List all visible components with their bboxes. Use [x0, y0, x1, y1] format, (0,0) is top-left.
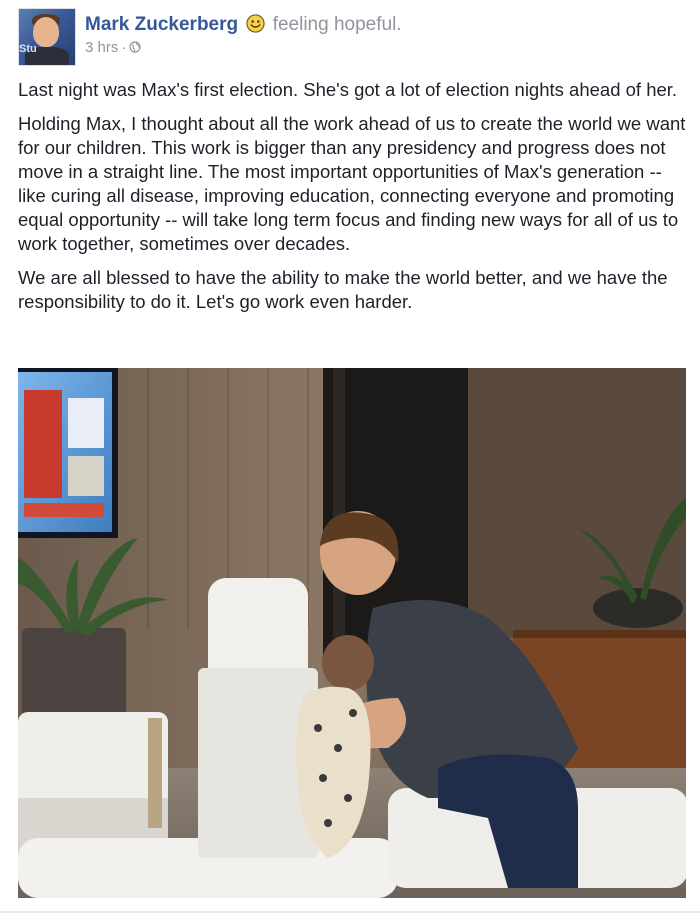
author-name-link[interactable]: Mark Zuckerberg [85, 14, 238, 35]
post-header: Stu Mark Zuckerberg feeling hopeful. 3 h… [18, 8, 680, 66]
facebook-post: Stu Mark Zuckerberg feeling hopeful. 3 h… [0, 0, 700, 913]
post-paragraph: We are all blessed to have the ability t… [18, 267, 668, 312]
globe-icon[interactable] [129, 40, 141, 53]
author-line: Mark Zuckerberg feeling hopeful. [85, 14, 402, 36]
post-meta: 3 hrs · [85, 39, 141, 57]
author-avatar[interactable]: Stu [18, 8, 76, 66]
post-paragraph: Holding Max, I thought about all the wor… [18, 113, 686, 254]
meta-separator: · [121, 39, 127, 56]
post-photo[interactable] [18, 368, 686, 898]
avatar-badge-text: Stu [19, 43, 37, 55]
post-timestamp-link[interactable]: 3 hrs [85, 39, 118, 56]
photo-illustration [18, 368, 686, 898]
post-paragraph: Last night was Max's first election. She… [18, 79, 678, 100]
avatar-face [33, 17, 59, 47]
smiling-face-icon [246, 14, 266, 33]
post-text: Last night was Max's first election. She… [18, 78, 686, 324]
feeling-status: feeling hopeful. [272, 14, 402, 35]
